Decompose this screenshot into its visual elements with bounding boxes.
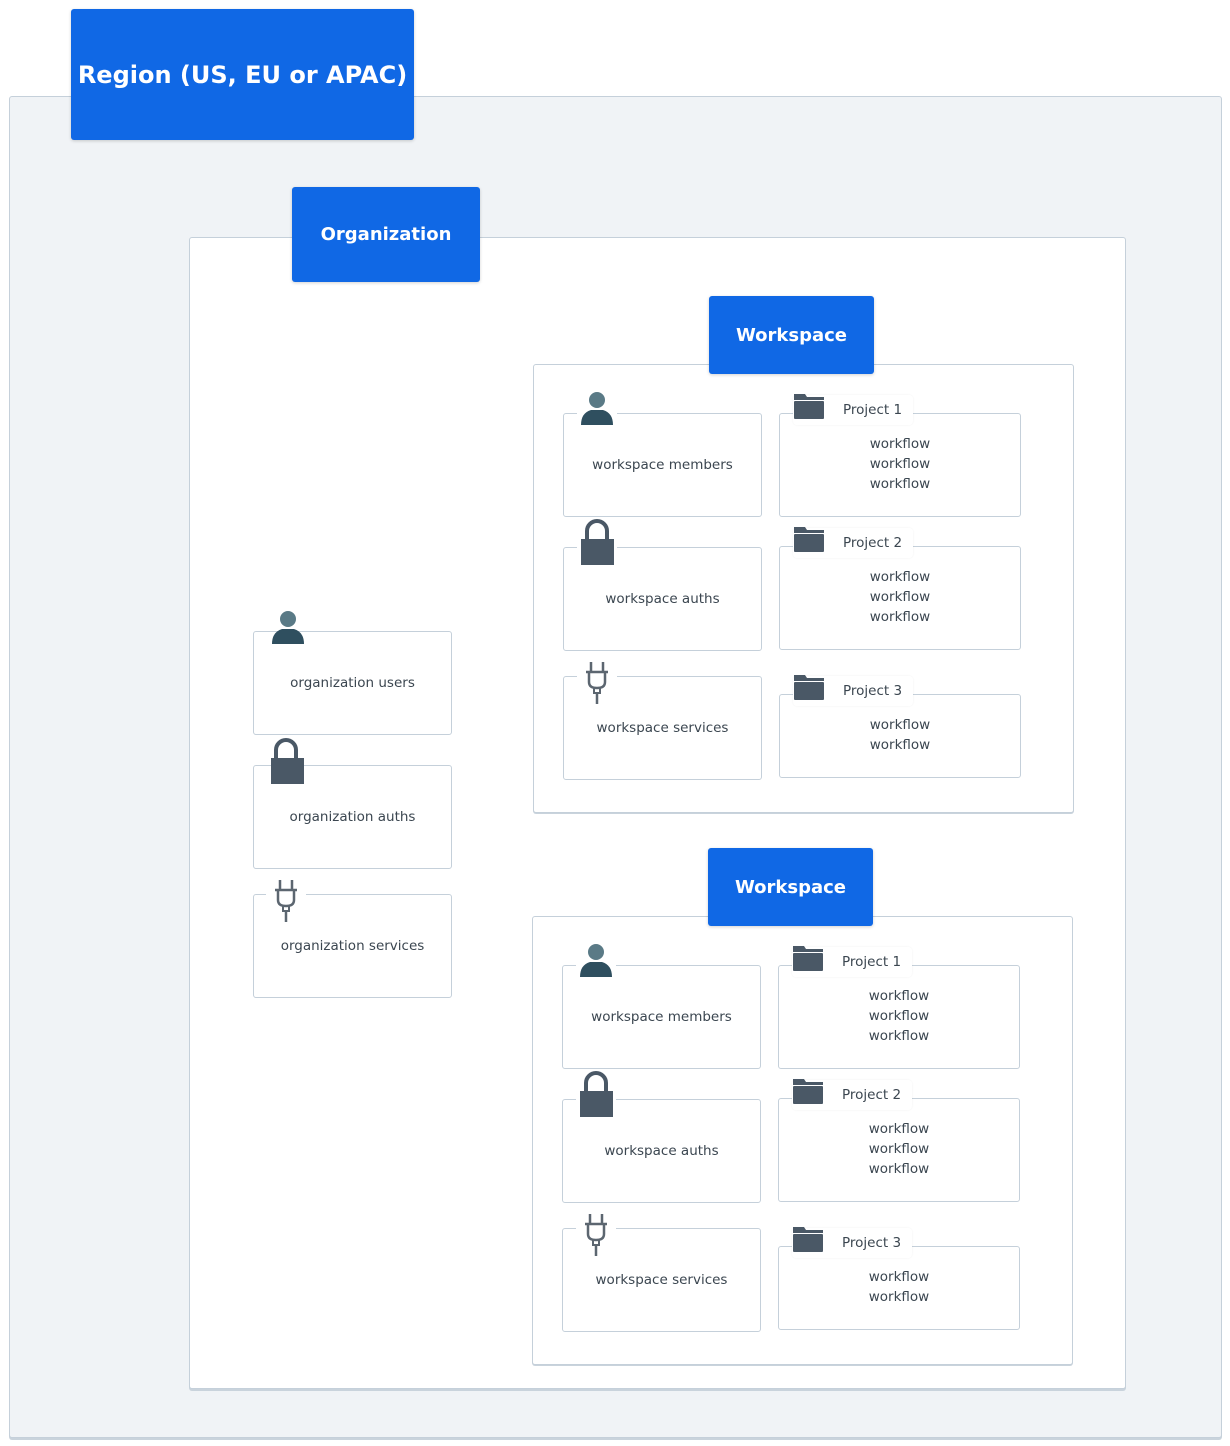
card-label: workspace auths <box>605 591 720 607</box>
project-header: Project 1 <box>793 392 913 425</box>
card-label: workspace services <box>595 1272 728 1288</box>
card-label: organization users <box>290 675 415 691</box>
folder-icon <box>793 673 825 701</box>
user-icon <box>576 941 616 977</box>
workflow-item: workflow <box>868 988 930 1004</box>
card-label: workspace members <box>591 1009 732 1025</box>
card-label: workspace services <box>596 720 729 736</box>
project-card: workflow workflow workflow <box>779 546 1021 650</box>
plug-icon <box>266 878 306 922</box>
workflow-item: workflow <box>869 569 931 585</box>
project-name: Project 3 <box>842 1235 902 1251</box>
region-label: Region (US, EU or APAC) <box>71 9 414 140</box>
card-label: workspace auths <box>604 1143 719 1159</box>
workspace-label: Workspace <box>708 848 873 926</box>
workflow-item: workflow <box>869 456 931 472</box>
user-icon <box>268 608 308 644</box>
workflow-item: workflow <box>869 436 931 452</box>
project-card: workflow workflow workflow <box>778 965 1020 1069</box>
project-name: Project 3 <box>843 683 903 699</box>
project-card: workflow workflow workflow <box>779 413 1021 517</box>
user-icon <box>577 389 617 425</box>
card-label: organization services <box>280 938 425 954</box>
project-header: Project 3 <box>792 1225 912 1258</box>
workflow-item: workflow <box>868 1269 930 1285</box>
folder-icon <box>793 392 825 420</box>
organization-label: Organization <box>292 187 480 282</box>
project-header: Project 2 <box>793 525 913 558</box>
workflow-item: workflow <box>869 589 931 605</box>
card-label: organization auths <box>289 809 416 825</box>
folder-icon <box>792 1225 824 1253</box>
project-card: workflow workflow <box>778 1246 1020 1330</box>
project-header: Project 2 <box>792 1077 912 1110</box>
project-name: Project 1 <box>842 954 902 970</box>
workspace-label: Workspace <box>709 296 874 374</box>
project-card: workflow workflow <box>779 694 1021 778</box>
folder-icon <box>792 944 824 972</box>
project-header: Project 1 <box>792 944 912 977</box>
folder-icon <box>792 1077 824 1105</box>
workflow-item: workflow <box>869 737 931 753</box>
folder-icon <box>793 525 825 553</box>
workflow-item: workflow <box>868 1008 930 1024</box>
project-card: workflow workflow workflow <box>778 1098 1020 1202</box>
workflow-item: workflow <box>869 717 931 733</box>
card-label: workspace members <box>592 457 733 473</box>
lock-icon <box>577 519 617 565</box>
workflow-item: workflow <box>868 1289 930 1305</box>
workflow-item: workflow <box>868 1121 930 1137</box>
lock-icon <box>576 1071 616 1117</box>
lock-icon <box>266 738 306 784</box>
workflow-item: workflow <box>868 1141 930 1157</box>
plug-icon <box>576 1212 616 1256</box>
project-name: Project 2 <box>842 1087 902 1103</box>
workspace-members-card: workspace members <box>562 965 761 1069</box>
workflow-item: workflow <box>869 609 931 625</box>
workflow-item: workflow <box>869 476 931 492</box>
workflow-item: workflow <box>868 1161 930 1177</box>
project-name: Project 2 <box>843 535 903 551</box>
workspace-members-card: workspace members <box>563 413 762 517</box>
project-header: Project 3 <box>793 673 913 706</box>
organization-users-card: organization users <box>253 631 452 735</box>
workflow-item: workflow <box>868 1028 930 1044</box>
project-name: Project 1 <box>843 402 903 418</box>
plug-icon <box>577 660 617 704</box>
